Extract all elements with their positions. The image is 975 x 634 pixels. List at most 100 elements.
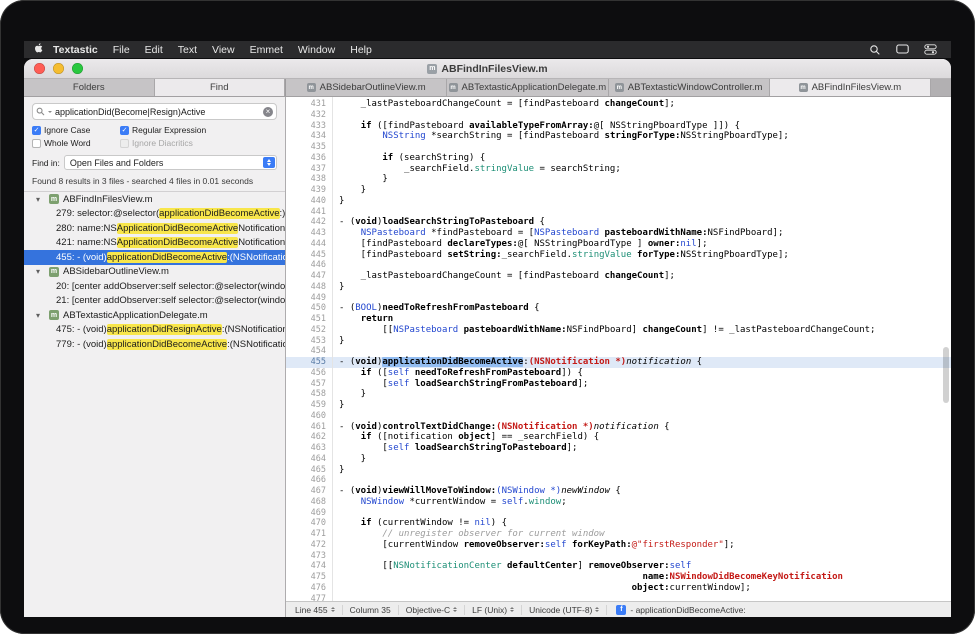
code-line[interactable]: 436 if (searchString) {	[286, 153, 951, 164]
code-line[interactable]: 450- (BOOL)needToRefreshFromPasteboard {	[286, 303, 951, 314]
disclosure-triangle-icon[interactable]: ▾	[36, 311, 45, 320]
title-bar[interactable]: m ABFindInFilesView.m	[24, 59, 951, 79]
menu-item-emmet[interactable]: Emmet	[250, 44, 283, 56]
code-line[interactable]: 461- (void)controlTextDidChange:(NSNotif…	[286, 422, 951, 433]
tab-find[interactable]: Find	[155, 79, 286, 96]
checkbox-icon[interactable]: ✓	[32, 126, 41, 135]
code-line[interactable]: 446	[286, 260, 951, 271]
apple-menu-icon[interactable]	[34, 42, 44, 57]
result-match-row[interactable]: 280: name:NSApplicationDidBecomeActiveNo…	[24, 221, 285, 236]
find-scope-dropdown[interactable]: Open Files and Folders	[64, 155, 277, 170]
menu-item-window[interactable]: Window	[298, 44, 335, 56]
code-line[interactable]: 472 [currentWindow removeObserver:self f…	[286, 540, 951, 551]
code-line[interactable]: 474 [[NSNotificationCenter defaultCenter…	[286, 561, 951, 572]
status-lf-unix-[interactable]: LF (Unix)	[465, 605, 522, 615]
menu-item-file[interactable]: File	[113, 44, 130, 56]
code-line[interactable]: 445 [findPasteboard setString:_searchFie…	[286, 250, 951, 261]
menu-item-edit[interactable]: Edit	[145, 44, 163, 56]
menu-item-view[interactable]: View	[212, 44, 235, 56]
editor-tab-abfindinfilesview-m[interactable]: mABFindInFilesView.m	[770, 79, 931, 96]
checkbox-icon[interactable]	[32, 139, 41, 148]
checkbox-icon[interactable]	[120, 139, 129, 148]
editor-tab-abtextasticapplicationdelegate-m[interactable]: mABTextasticApplicationDelegate.m	[447, 79, 608, 96]
code-line[interactable]: 460	[286, 411, 951, 422]
code-line[interactable]: 444 [findPasteboard declareTypes:@[ NSSt…	[286, 239, 951, 250]
code-line[interactable]: 447 _lastPasteboardChangeCount = [findPa…	[286, 271, 951, 282]
status-unicode-utf-8-[interactable]: Unicode (UTF-8)	[522, 605, 607, 615]
result-match-row[interactable]: 421: name:NSApplicationDidBecomeActiveNo…	[24, 236, 285, 251]
status-objective-c[interactable]: Objective-C	[399, 605, 465, 615]
code-line[interactable]: 466	[286, 475, 951, 486]
code-line[interactable]: 451 return	[286, 314, 951, 325]
menu-item-text[interactable]: Text	[178, 44, 197, 56]
current-symbol[interactable]: f - applicationDidBecomeActive:	[607, 605, 745, 615]
result-match-row[interactable]: 475: - (void)applicationDidResignActive:…	[24, 323, 285, 338]
search-field[interactable]: ×	[32, 103, 277, 120]
status-line-455[interactable]: Line 455	[288, 605, 343, 615]
result-match-row[interactable]: 20: [center addObserver:self selector:@s…	[24, 279, 285, 294]
code-line[interactable]: 468 NSWindow *currentWindow = self.windo…	[286, 497, 951, 508]
code-line[interactable]: 462 if ([notification object] == _search…	[286, 432, 951, 443]
option-regular-expression[interactable]: ✓Regular Expression	[120, 125, 277, 135]
code-line[interactable]: 458 }	[286, 389, 951, 400]
code-line[interactable]: 437 _searchField.stringValue = searchStr…	[286, 164, 951, 175]
menu-item-textastic[interactable]: Textastic	[53, 44, 98, 56]
result-match-row[interactable]: 455: - (void)applicationDidBecomeActive:…	[24, 250, 285, 265]
code-line[interactable]: 440}	[286, 196, 951, 207]
code-line[interactable]: 442- (void)loadSearchStringToPasteboard …	[286, 217, 951, 228]
result-match-row[interactable]: 279: selector:@selector(applicationDidBe…	[24, 207, 285, 222]
code-line[interactable]: 448}	[286, 282, 951, 293]
search-icon[interactable]	[869, 44, 881, 56]
zoom-window-button[interactable]	[72, 63, 83, 74]
editor-tab-absidebaroutlineview-m[interactable]: mABSidebarOutlineView.m	[286, 79, 447, 96]
code-line[interactable]: 443 NSPasteboard *findPasteboard = [NSPa…	[286, 228, 951, 239]
code-line[interactable]: 463 [self loadSearchStringToPasteboard];	[286, 443, 951, 454]
code-line[interactable]: 455- (void)applicationDidBecomeActive:(N…	[286, 357, 951, 368]
search-input[interactable]	[55, 107, 260, 117]
result-file-row[interactable]: ▾mABFindInFilesView.m	[24, 192, 285, 207]
code-line[interactable]: 453}	[286, 336, 951, 347]
code-line[interactable]: 457 [self loadSearchStringFromPasteboard…	[286, 379, 951, 390]
checkbox-icon[interactable]: ✓	[120, 126, 129, 135]
option-ignore-case[interactable]: ✓Ignore Case	[32, 125, 120, 135]
code-line[interactable]: 433 if ([findPasteboard availableTypeFro…	[286, 121, 951, 132]
code-line[interactable]: 464 }	[286, 454, 951, 465]
option-whole-word[interactable]: Whole Word	[32, 138, 120, 148]
code-line[interactable]: 465}	[286, 465, 951, 476]
result-file-row[interactable]: ▾mABSidebarOutlineView.m	[24, 265, 285, 280]
result-file-row[interactable]: ▾mABTextasticApplicationDelegate.m	[24, 308, 285, 323]
tab-folders[interactable]: Folders	[24, 79, 155, 96]
code-line[interactable]: 441	[286, 207, 951, 218]
editor-tab-abtextasticwindowcontroller-m[interactable]: mABTextasticWindowController.m	[609, 79, 770, 96]
code-line[interactable]: 435	[286, 142, 951, 153]
code-line[interactable]: 438 }	[286, 174, 951, 185]
code-line[interactable]: 439 }	[286, 185, 951, 196]
code-editor[interactable]: 431 _lastPasteboardChangeCount = [findPa…	[286, 97, 951, 601]
code-line[interactable]: 477	[286, 594, 951, 602]
result-match-row[interactable]: 779: - (void)applicationDidBecomeActive:…	[24, 337, 285, 352]
vertical-scrollbar[interactable]	[943, 347, 949, 403]
code-line[interactable]: 432	[286, 110, 951, 121]
code-line[interactable]: 475 name:NSWindowDidBecomeKeyNotificatio…	[286, 572, 951, 583]
code-line[interactable]: 452 [[NSPasteboard pasteboardWithName:NS…	[286, 325, 951, 336]
code-line[interactable]: 469	[286, 508, 951, 519]
status-column-35[interactable]: Column 35	[343, 605, 399, 615]
result-match-row[interactable]: 21: [center addObserver:self selector:@s…	[24, 294, 285, 309]
code-line[interactable]: 454	[286, 346, 951, 357]
search-options-chevron-icon[interactable]	[48, 111, 52, 113]
code-line[interactable]: 434 NSString *searchString = [findPasteb…	[286, 131, 951, 142]
code-line[interactable]: 473	[286, 551, 951, 562]
minimize-window-button[interactable]	[53, 63, 64, 74]
clear-search-button[interactable]: ×	[263, 107, 273, 117]
code-line[interactable]: 449	[286, 293, 951, 304]
code-line[interactable]: 476 object:currentWindow];	[286, 583, 951, 594]
close-window-button[interactable]	[34, 63, 45, 74]
disclosure-triangle-icon[interactable]: ▾	[36, 195, 45, 204]
option-ignore-diacritics[interactable]: Ignore Diacritics	[120, 138, 277, 148]
code-line[interactable]: 467- (void)viewWillMoveToWindow:(NSWindo…	[286, 486, 951, 497]
code-line[interactable]: 459}	[286, 400, 951, 411]
display-icon[interactable]	[896, 44, 909, 55]
menu-item-help[interactable]: Help	[350, 44, 372, 56]
disclosure-triangle-icon[interactable]: ▾	[36, 267, 45, 276]
code-line[interactable]: 456 if ([self needToRefreshFromPasteboar…	[286, 368, 951, 379]
